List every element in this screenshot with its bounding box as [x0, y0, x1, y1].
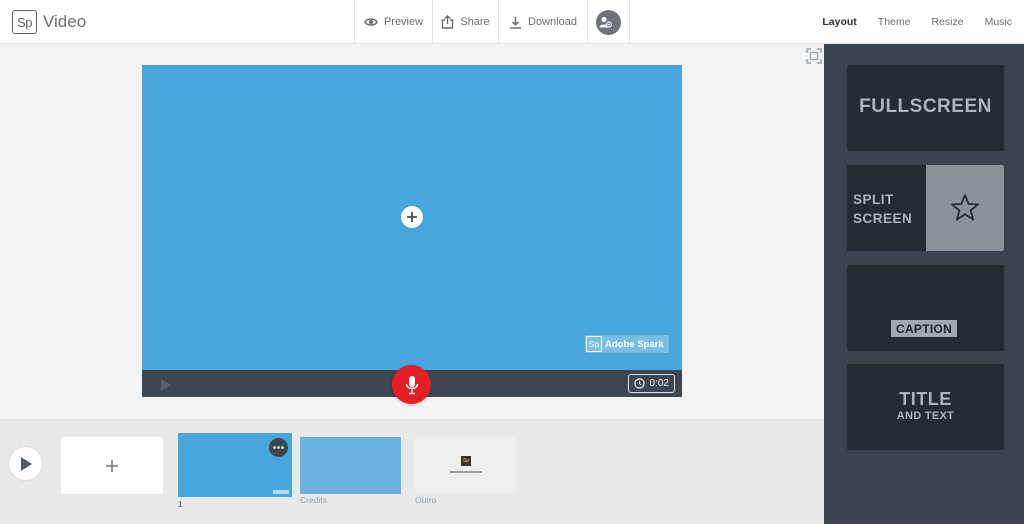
tab-resize[interactable]: Resize	[931, 16, 963, 28]
slide-duration-button[interactable]: 0:02	[627, 374, 675, 393]
adobe-spark-watermark[interactable]: Sp Adobe Spark	[585, 335, 669, 353]
layout-fullscreen-label: FULLSCREEN	[859, 96, 992, 117]
expand-icon	[806, 48, 822, 64]
slide-timeline: 1 Credits Sp Outro	[0, 419, 824, 524]
split-label-line-2: SCREEN	[853, 211, 913, 226]
app-title: Video	[43, 12, 87, 31]
play-icon	[161, 379, 171, 391]
outro-tagline	[450, 471, 482, 473]
more-icon	[273, 446, 284, 449]
share-button[interactable]: Share	[432, 0, 498, 44]
download-icon	[510, 16, 522, 29]
download-button[interactable]: Download	[498, 0, 587, 44]
layout-title-and-text[interactable]: TITLE AND TEXT	[847, 364, 1004, 450]
top-bar: Sp Video Preview Share Download Layout T…	[0, 0, 1024, 44]
layout-caption-label: CAPTION	[891, 320, 958, 337]
panel-tabs: Layout Theme Resize Music	[801, 0, 1012, 44]
preview-label: Preview	[383, 16, 424, 28]
tab-theme[interactable]: Theme	[878, 16, 911, 28]
tab-music[interactable]: Music	[985, 16, 1012, 28]
play-slide-button[interactable]	[160, 378, 172, 396]
layout-caption[interactable]: CAPTION	[847, 265, 1004, 351]
layout-split-label: SPLIT SCREEN	[853, 190, 912, 228]
eye-icon	[364, 18, 378, 26]
microphone-icon	[405, 375, 418, 394]
clock-icon	[633, 378, 645, 389]
play-video-button[interactable]	[9, 447, 42, 480]
duration-value: 0:02	[649, 378, 669, 389]
slide-canvas[interactable]: Sp Adobe Spark	[142, 65, 682, 370]
slide-options-button[interactable]	[269, 438, 288, 457]
header-actions: Preview Share Download	[354, 0, 630, 44]
tab-layout[interactable]: Layout	[822, 16, 856, 28]
slide-thumbnail-1[interactable]	[178, 433, 292, 497]
app-logo[interactable]: Sp Video	[12, 10, 86, 34]
plus-icon	[407, 212, 417, 222]
split-media-area	[926, 165, 1004, 251]
layout-panel: FULLSCREEN SPLIT SCREEN CAPTION TITLE AN…	[824, 44, 1024, 524]
share-icon	[442, 15, 454, 29]
layout-split-screen[interactable]: SPLIT SCREEN	[847, 165, 1004, 251]
add-collaborator-button[interactable]	[587, 0, 630, 44]
preview-button[interactable]: Preview	[354, 0, 432, 44]
plus-icon	[106, 459, 118, 472]
add-media-button[interactable]	[401, 206, 423, 228]
layout-title-sublabel: AND TEXT	[896, 410, 955, 422]
fullscreen-toggle-button[interactable]	[806, 48, 822, 64]
play-icon	[20, 456, 32, 471]
spark-logo-icon: Sp	[461, 456, 471, 466]
layout-fullscreen[interactable]: FULLSCREEN	[847, 65, 1004, 151]
split-label-line-1: SPLIT	[853, 192, 894, 207]
slide-label-1: 1	[178, 499, 183, 509]
watermark-text: Adobe Spark	[605, 338, 664, 350]
record-voice-button[interactable]	[392, 365, 431, 404]
layout-title-label: TITLE	[899, 389, 952, 409]
slide-label-outro: Outro	[415, 495, 437, 505]
spark-watermark-icon: Sp	[586, 336, 602, 352]
star-icon	[951, 194, 979, 221]
add-slide-button[interactable]	[61, 437, 163, 494]
slide-thumbnail-credits[interactable]	[300, 437, 401, 494]
share-label: Share	[460, 16, 490, 28]
thumbnail-watermark	[273, 490, 289, 494]
slide-label-credits: Credits	[300, 495, 327, 505]
download-label: Download	[528, 16, 577, 28]
slide-thumbnail-outro[interactable]: Sp	[415, 437, 516, 494]
add-collaborator-icon	[596, 9, 621, 35]
spark-logo-icon: Sp	[12, 10, 37, 34]
